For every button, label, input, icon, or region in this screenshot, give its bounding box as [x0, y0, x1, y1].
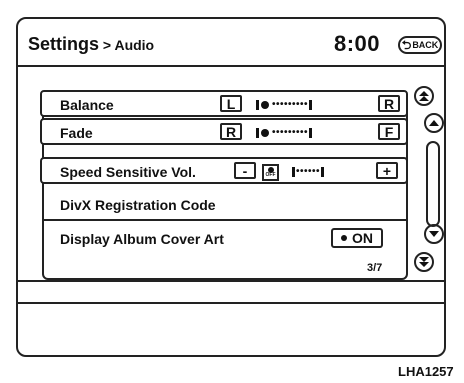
double-down-arrow-icon — [419, 257, 429, 267]
title-separator: > — [99, 37, 115, 53]
page-title: Settings > Audio — [28, 34, 154, 55]
scroll-bottom-button[interactable] — [414, 252, 434, 272]
header-bar: Settings > Audio 8:00 ⮌ BACK — [22, 29, 442, 61]
speed-vol-plus-button[interactable]: + — [376, 162, 398, 179]
title-main: Settings — [28, 34, 100, 54]
fade-label: Fade — [60, 125, 93, 141]
balance-left-symbol: L — [226, 95, 236, 112]
up-arrow-icon — [429, 120, 439, 126]
slider-track: ••••••••• — [272, 127, 309, 138]
fade-row[interactable]: Fade R ••••••••• F — [40, 118, 408, 145]
balance-right-symbol: R — [383, 95, 395, 112]
scroll-up-button[interactable] — [424, 113, 444, 133]
display-album-cover-art-row[interactable]: Display Album Cover Art ON — [42, 226, 406, 252]
speed-sensitive-vol-label: Speed Sensitive Vol. — [60, 164, 196, 180]
back-label: BACK — [412, 40, 439, 50]
row-divider — [42, 219, 406, 221]
fade-left-symbol: R — [225, 123, 237, 140]
fade-rear-button[interactable]: R — [220, 123, 242, 140]
double-up-arrow-icon — [419, 91, 429, 101]
slider-end-cap — [309, 100, 313, 110]
back-button[interactable]: ⮌ BACK — [398, 36, 442, 54]
down-arrow-icon — [429, 231, 439, 237]
divx-registration-label: DivX Registration Code — [60, 197, 216, 213]
slider-knob[interactable] — [261, 129, 269, 137]
speed-sensitive-vol-row[interactable]: Speed Sensitive Vol. - OFF •••••• + — [40, 157, 408, 184]
slider-start-cap — [256, 100, 259, 110]
back-arrow-icon: ⮌ — [401, 38, 412, 52]
divx-registration-row[interactable]: DivX Registration Code — [42, 192, 406, 218]
slider-start-cap — [256, 128, 259, 138]
clock: 8:00 — [334, 31, 381, 56]
page-indicator: 3/7 — [367, 262, 383, 274]
status-divider-bottom — [16, 302, 446, 304]
slider-end-cap — [321, 167, 325, 177]
off-label: OFF — [265, 172, 276, 178]
slider-track: ••••••••• — [272, 99, 309, 110]
slider-start-cap — [292, 167, 295, 177]
balance-slider[interactable]: ••••••••• — [256, 99, 313, 110]
header-divider — [16, 65, 446, 67]
fade-front-button[interactable]: F — [378, 123, 400, 140]
speed-vol-off-indicator[interactable]: OFF — [262, 164, 279, 181]
slider-end-cap — [309, 128, 313, 138]
title-section: Audio — [114, 37, 155, 53]
fade-slider[interactable]: ••••••••• — [256, 127, 313, 138]
scroll-top-button[interactable] — [414, 86, 434, 106]
album-cover-toggle-button[interactable]: ON — [331, 228, 383, 248]
balance-row[interactable]: Balance L ••••••••• R — [40, 90, 408, 117]
display-album-cover-art-label: Display Album Cover Art — [60, 231, 224, 247]
balance-left-button[interactable]: L — [220, 95, 242, 112]
balance-label: Balance — [60, 97, 114, 113]
minus-symbol: - — [242, 162, 248, 179]
slider-knob[interactable] — [261, 101, 269, 109]
plus-symbol: + — [382, 162, 392, 179]
figure-id: LHA1257 — [398, 364, 454, 379]
status-divider-top — [16, 280, 446, 282]
speed-vol-minus-button[interactable]: - — [234, 162, 256, 179]
scroll-down-button[interactable] — [424, 224, 444, 244]
speed-vol-slider[interactable]: •••••• — [292, 166, 325, 177]
on-indicator-dot — [341, 235, 347, 241]
toggle-value: ON — [352, 230, 373, 246]
balance-right-button[interactable]: R — [378, 95, 400, 112]
scrollbar-track[interactable] — [426, 141, 440, 227]
fade-right-symbol: F — [384, 123, 394, 140]
slider-track: •••••• — [296, 166, 321, 177]
